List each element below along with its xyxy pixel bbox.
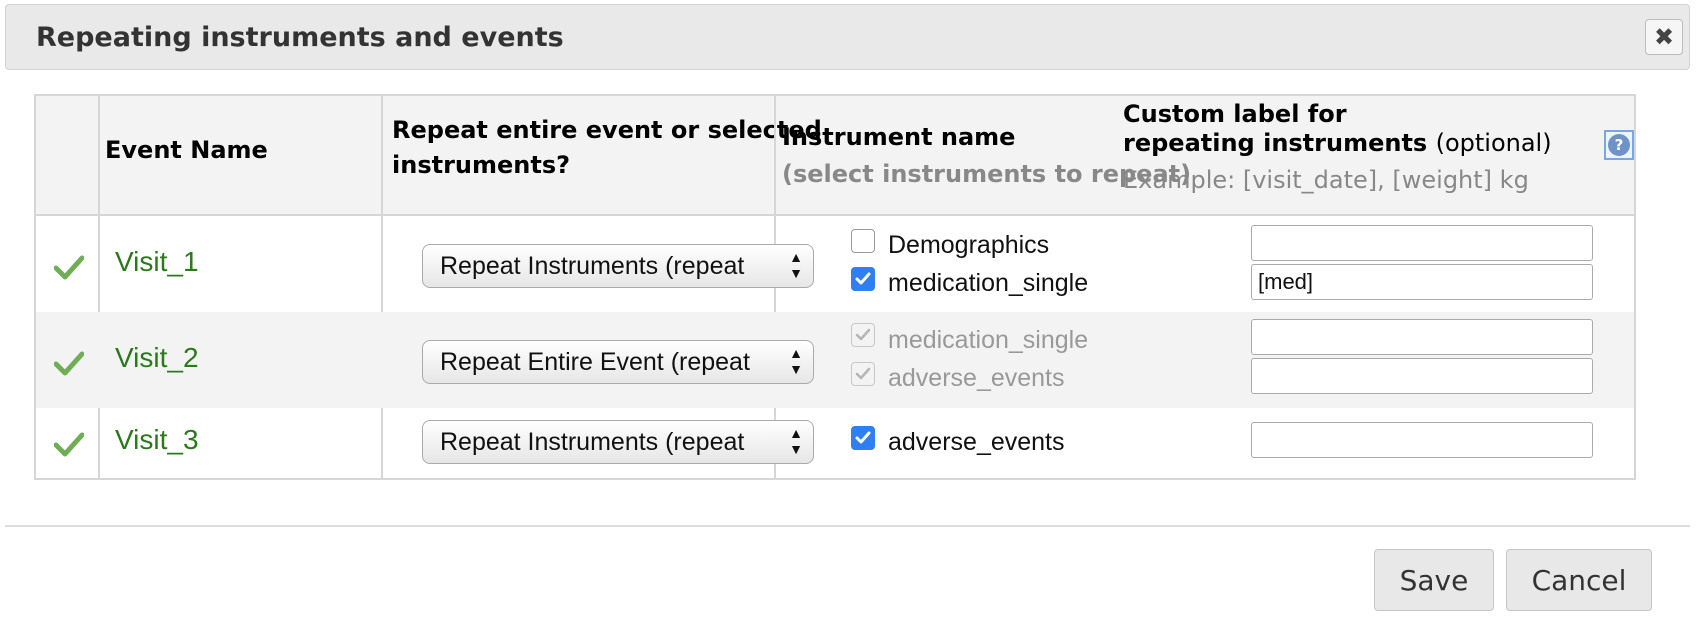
repeating-dialog: Repeating instruments and events ✖ Event… (0, 0, 1696, 639)
instrument-checkbox-demographics[interactable] (851, 229, 875, 253)
header-custom-label-optional: (optional) (1435, 129, 1552, 157)
repeating-table: Event Name Repeat entire event or select… (34, 94, 1636, 480)
table-header: Event Name Repeat entire event or select… (36, 96, 1634, 216)
instrument-checkbox-adverse-events[interactable] (851, 426, 875, 450)
repeat-mode-value: Repeat Entire Event (repeat (440, 348, 750, 376)
help-icon: ? (1608, 134, 1630, 156)
table-row: Visit_3 Repeat Instruments (repeat ▲ ▼ ad… (36, 408, 1634, 478)
custom-label-input[interactable] (1251, 422, 1593, 458)
instrument-checkbox-medication-single-disabled (851, 323, 875, 347)
header-custom-label-line1: Custom label for (1123, 100, 1347, 128)
custom-label-input[interactable] (1251, 319, 1593, 355)
instrument-label: adverse_events (888, 364, 1065, 392)
custom-label-input[interactable]: [med] (1251, 264, 1593, 300)
check-icon (54, 432, 84, 457)
header-custom-label: Custom label for repeating instruments (… (1123, 100, 1552, 195)
instrument-label: Demographics (888, 231, 1050, 259)
instrument-checkbox-medication-single[interactable] (851, 267, 875, 291)
instrument-label: adverse_events (888, 428, 1065, 456)
event-link-visit-3[interactable]: Visit_3 (115, 424, 199, 456)
instrument-label: medication_single (888, 326, 1089, 354)
header-repeat-line2: instruments? (392, 151, 571, 179)
close-icon: ✖ (1653, 23, 1675, 51)
custom-label-input[interactable] (1251, 225, 1593, 261)
dialog-title: Repeating instruments and events (36, 22, 564, 53)
cancel-button[interactable]: Cancel (1506, 549, 1652, 611)
help-button[interactable]: ? (1604, 130, 1634, 160)
header-event-name: Event Name (105, 136, 268, 164)
repeat-mode-value: Repeat Instruments (repeat (440, 252, 745, 280)
footer-divider (5, 525, 1690, 527)
header-repeat-mode: Repeat entire event or selected instrume… (392, 113, 822, 183)
close-button[interactable]: ✖ (1645, 19, 1683, 55)
header-repeat-line1: Repeat entire event or selected (392, 116, 822, 144)
header-custom-label-example: Example: [visit_date], [weight] kg (1123, 166, 1529, 194)
custom-label-input[interactable] (1251, 358, 1593, 394)
select-arrows-icon: ▲ ▼ (789, 425, 803, 457)
save-button[interactable]: Save (1374, 549, 1494, 611)
checkmark-icon (855, 328, 871, 341)
checkmark-icon (855, 431, 871, 444)
check-icon (54, 351, 84, 376)
table-row: Visit_1 Repeat Instruments (repeat ▲ ▼ De… (36, 216, 1634, 312)
repeat-mode-value: Repeat Instruments (repeat (440, 428, 745, 456)
header-custom-label-line2: repeating instruments (1123, 129, 1428, 157)
table-row: Visit_2 Repeat Entire Event (repeat ▲ ▼ m… (36, 312, 1634, 408)
event-link-visit-1[interactable]: Visit_1 (115, 246, 199, 278)
checkmark-icon (855, 367, 871, 380)
checkmark-icon (855, 272, 871, 285)
repeat-mode-select[interactable]: Repeat Instruments (repeat ▲ ▼ (422, 420, 814, 464)
dialog-titlebar: Repeating instruments and events ✖ (5, 4, 1690, 70)
repeat-mode-select[interactable]: Repeat Entire Event (repeat ▲ ▼ (422, 340, 814, 384)
event-link-visit-2[interactable]: Visit_2 (115, 342, 199, 374)
check-icon (54, 255, 84, 280)
repeat-mode-select[interactable]: Repeat Instruments (repeat ▲ ▼ (422, 244, 814, 288)
instrument-label: medication_single (888, 269, 1089, 297)
instrument-checkbox-adverse-events-disabled (851, 362, 875, 386)
select-arrows-icon: ▲ ▼ (789, 249, 803, 281)
select-arrows-icon: ▲ ▼ (789, 345, 803, 377)
